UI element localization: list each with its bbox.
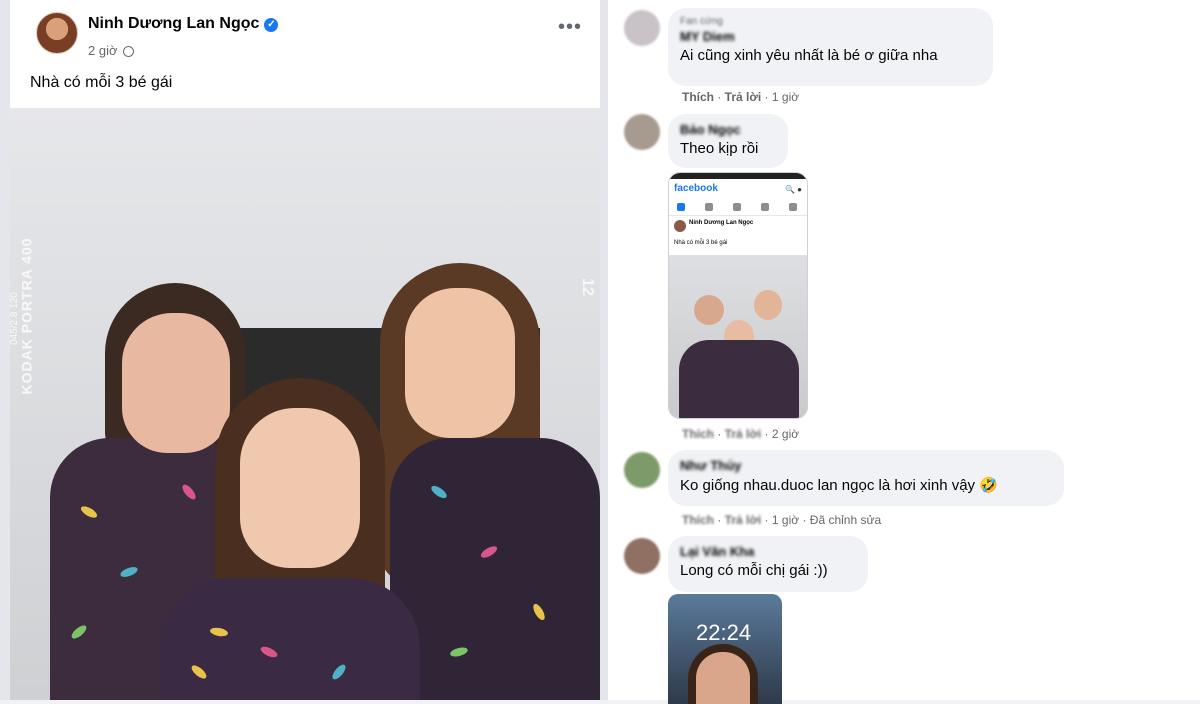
comments-panel: Fan cứng MY Diem Ai cũng xinh yêu nhất l… [608,0,1200,704]
comment-bubble: Bảo Ngọc Theo kịp rồi [668,114,788,168]
comment-time[interactable]: 1 giờ [772,513,799,527]
person-center-face [240,408,360,568]
film-brand-text: KODAK PORTRA 400 [18,237,35,395]
home-tab-icon [677,203,685,211]
commenter-badge: Fan cứng [680,16,723,27]
post-author[interactable]: Ninh Dương Lan Ngọc ✓ [88,15,279,33]
groups-tab-icon [733,203,741,211]
commenter-avatar[interactable] [624,10,660,46]
screenshot-photo [669,255,807,418]
screenshot-header: facebook 🔍 ● [669,179,807,199]
screenshot-author: Ninh Dương Lan Ngọc [689,220,754,226]
film-sub-text: 045/2.8 120 [10,292,20,345]
comment-image-phone[interactable]: 22:24 [668,594,782,704]
verified-badge-icon: ✓ [264,18,279,32]
commenter-avatar[interactable] [624,114,660,150]
person-right-face [405,288,515,438]
post-card: Ninh Dương Lan Ngọc ✓ 2 giờ ••• Nhà có mỗ… [10,0,600,700]
commenter-avatar[interactable] [624,538,660,574]
film-number: 12 [578,278,596,296]
comment-bubble: Lại Văn Kha Long có mỗi chị gái :)) [668,536,868,592]
comment-text: Ai cũng xinh yêu nhất là bé ơ giữa nha [680,47,938,64]
screenshot-search-icon: 🔍 ● [784,185,802,194]
comment-actions: Thích · Trả lời · 1 giờ · Đã chỉnh sửa [682,513,882,527]
commenter-name[interactable]: Bảo Ngọc [680,122,776,137]
edited-label: Đã chỉnh sửa [809,513,882,527]
comment-bubble: Fan cứng MY Diem Ai cũng xinh yêu nhất l… [668,8,993,86]
comment-image-screenshot[interactable]: facebook 🔍 ● Ninh Dương Lan Ngọc Nhà có … [668,172,808,419]
friends-tab-icon [705,203,713,211]
globe-icon [122,46,134,57]
comment-bubble: Như Thủy Ko giống nhau.duoc lan ngọc là … [668,450,1064,506]
like-link[interactable]: Thích [682,427,714,441]
author-avatar[interactable] [36,12,78,54]
comment-actions: Thích · Trả lời · 2 giờ [682,427,800,441]
reply-link[interactable]: Trả lời [725,513,762,527]
comment-text: Long có mỗi chị gái :)) [680,562,828,579]
person-center-body [160,578,420,700]
commenter-name[interactable]: MY Diem [680,29,981,44]
commenter-avatar[interactable] [624,452,660,488]
person-right-body [390,438,600,700]
left-panel: Ninh Dương Lan Ngọc ✓ 2 giờ ••• Nhà có mỗ… [0,0,608,700]
post-time-text[interactable]: 2 giờ [88,43,118,58]
reply-link[interactable]: Trả lời [725,427,762,441]
commenter-name[interactable]: Lại Văn Kha [680,544,856,559]
post-time[interactable]: 2 giờ [88,43,134,58]
bell-tab-icon [761,203,769,211]
reply-link[interactable]: Trả lời [725,90,762,104]
phone-lock-time: 22:24 [696,620,752,645]
screenshot-caption: Nhà có mỗi 3 bé gái [674,240,728,246]
screenshot-tabs [669,199,807,216]
comment-text: Ko giống nhau.duoc lan ngọc là hơi xinh … [680,477,998,494]
comment-time[interactable]: 2 giờ [772,427,799,441]
comment-actions: Thích · Trả lời · 1 giờ [682,90,800,104]
comment-text: Theo kịp rồi [680,140,759,157]
screenshot-logo: facebook [674,183,718,194]
more-options-button[interactable]: ••• [558,17,582,37]
post-photo[interactable]: KODAK PORTRA 400 045/2.8 120 12 [10,108,600,700]
screenshot-avatar [674,220,686,232]
like-link[interactable]: Thích [682,90,714,104]
person-left-face [122,313,230,453]
phone-wallpaper-face [696,652,750,704]
commenter-name[interactable]: Như Thủy [680,458,1052,473]
author-name[interactable]: Ninh Dương Lan Ngọc [88,15,259,32]
like-link[interactable]: Thích [682,513,714,527]
post-caption: Nhà có mỗi 3 bé gái [30,74,173,91]
menu-tab-icon [789,203,797,211]
comment-time[interactable]: 1 giờ [772,90,799,104]
